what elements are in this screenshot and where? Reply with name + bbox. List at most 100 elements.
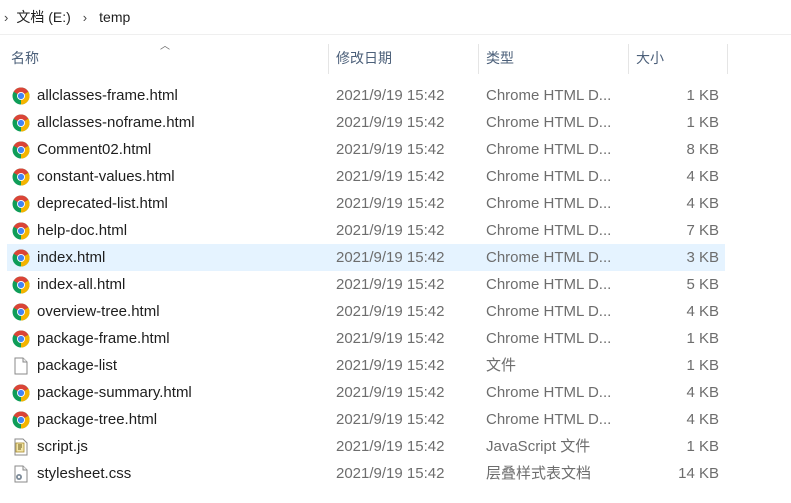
file-date: 2021/9/19 15:42 (336, 384, 445, 401)
file-type: Chrome HTML D... (486, 195, 612, 212)
column-header-size-label: 大小 (636, 50, 664, 66)
column-header-name-label: 名称 (11, 50, 39, 66)
file-size: 1 KB (686, 438, 719, 455)
file-type: Chrome HTML D... (486, 303, 612, 320)
chrome-icon (12, 303, 30, 321)
file-type: Chrome HTML D... (486, 87, 612, 104)
breadcrumb-item-drive[interactable]: 文档 (E:) (16, 7, 70, 27)
file-size: 8 KB (686, 141, 719, 158)
file-date: 2021/9/19 15:42 (336, 141, 445, 158)
breadcrumb-item-folder[interactable]: temp (99, 9, 130, 25)
file-size: 4 KB (686, 195, 719, 212)
file-name: allclasses-noframe.html (37, 114, 195, 131)
file-row[interactable]: allclasses-frame.html 2021/9/19 15:42 Chro… (7, 82, 725, 109)
file-date: 2021/9/19 15:42 (336, 438, 445, 455)
file-row[interactable]: script.js 2021/9/19 15:42 JavaScript 文件 1 K… (7, 433, 725, 460)
file-date: 2021/9/19 15:42 (336, 87, 445, 104)
file-date: 2021/9/19 15:42 (336, 357, 445, 374)
file-name: package-summary.html (37, 384, 192, 401)
file-size: 4 KB (686, 168, 719, 185)
divider (0, 34, 791, 35)
file-row[interactable]: index.html 2021/9/19 15:42 Chrome HTML D..… (7, 244, 725, 271)
chrome-icon (12, 168, 30, 186)
file-name: stylesheet.css (37, 465, 132, 482)
file-type: Chrome HTML D... (486, 141, 612, 158)
file-row[interactable]: package-list 2021/9/19 15:42 文件 1 KB (7, 352, 725, 379)
file-size: 1 KB (686, 330, 719, 347)
file-name: Comment02.html (37, 141, 152, 158)
chrome-icon (12, 87, 30, 105)
css-file-icon (12, 465, 30, 483)
file-size: 3 KB (686, 249, 719, 266)
file-size: 1 KB (686, 87, 719, 104)
file-type: Chrome HTML D... (486, 222, 612, 239)
chrome-icon (12, 411, 30, 429)
blank-file-icon (12, 357, 30, 375)
file-date: 2021/9/19 15:42 (336, 168, 445, 185)
column-divider[interactable] (328, 44, 329, 74)
file-name: package-list (37, 357, 118, 374)
file-date: 2021/9/19 15:42 (336, 465, 445, 482)
file-row[interactable]: package-summary.html 2021/9/19 15:42 Chrom… (7, 379, 725, 406)
file-name: overview-tree.html (37, 303, 160, 320)
file-type: Chrome HTML D... (486, 330, 612, 347)
file-date: 2021/9/19 15:42 (336, 222, 445, 239)
chevron-right-icon[interactable]: › (4, 10, 8, 25)
file-name: package-frame.html (37, 330, 170, 347)
file-row[interactable]: package-frame.html 2021/9/19 15:42 Chrome … (7, 325, 725, 352)
file-name: script.js (37, 438, 88, 455)
column-header-date[interactable]: 修改日期 (336, 45, 476, 71)
file-size: 1 KB (686, 357, 719, 374)
file-row[interactable]: help-doc.html 2021/9/19 15:42 Chrome HTML … (7, 217, 725, 244)
file-size: 1 KB (686, 114, 719, 131)
file-type: Chrome HTML D... (486, 168, 612, 185)
file-date: 2021/9/19 15:42 (336, 330, 445, 347)
file-row[interactable]: overview-tree.html 2021/9/19 15:42 Chrome … (7, 298, 725, 325)
file-name: deprecated-list.html (37, 195, 168, 212)
column-header-date-label: 修改日期 (336, 50, 392, 66)
file-row[interactable]: package-tree.html 2021/9/19 15:42 Chrome H… (7, 406, 725, 433)
file-row[interactable]: stylesheet.css 2021/9/19 15:42 层叠样式表文档 14 K… (7, 460, 725, 487)
column-divider[interactable] (727, 44, 728, 74)
file-date: 2021/9/19 15:42 (336, 114, 445, 131)
file-name: constant-values.html (37, 168, 175, 185)
file-list: allclasses-frame.html 2021/9/19 15:42 Chro… (0, 82, 791, 487)
file-date: 2021/9/19 15:42 (336, 411, 445, 428)
file-size: 7 KB (686, 222, 719, 239)
chrome-icon (12, 141, 30, 159)
file-type: Chrome HTML D... (486, 276, 612, 293)
file-row[interactable]: constant-values.html 2021/9/19 15:42 Chrom… (7, 163, 725, 190)
column-divider[interactable] (628, 44, 629, 74)
file-name: allclasses-frame.html (37, 87, 178, 104)
column-divider[interactable] (478, 44, 479, 74)
chrome-icon (12, 384, 30, 402)
file-name: index.html (37, 249, 106, 266)
file-type: Chrome HTML D... (486, 114, 612, 131)
file-size: 14 KB (678, 465, 719, 482)
file-name: help-doc.html (37, 222, 128, 239)
file-date: 2021/9/19 15:42 (336, 195, 445, 212)
chevron-right-icon[interactable]: › (83, 10, 87, 25)
script-file-icon (12, 438, 30, 456)
column-header-size[interactable]: 大小 (636, 45, 726, 71)
file-size: 4 KB (686, 411, 719, 428)
chrome-icon (12, 276, 30, 294)
file-size: 4 KB (686, 303, 719, 320)
file-size: 4 KB (686, 384, 719, 401)
column-header-type[interactable]: 类型 (486, 45, 626, 71)
column-header-name[interactable]: 名称 (11, 45, 327, 71)
breadcrumb: › 文档 (E:) › temp (0, 0, 791, 34)
chrome-icon (12, 249, 30, 267)
chrome-icon (12, 195, 30, 213)
file-row[interactable]: allclasses-noframe.html 2021/9/19 15:42 Ch… (7, 109, 725, 136)
chrome-icon (12, 114, 30, 132)
chrome-icon (12, 222, 30, 240)
file-type: JavaScript 文件 (486, 438, 591, 455)
file-row[interactable]: deprecated-list.html 2021/9/19 15:42 Chrom… (7, 190, 725, 217)
file-name: index-all.html (37, 276, 126, 293)
column-header-type-label: 类型 (486, 50, 514, 66)
file-type: 层叠样式表文档 (486, 465, 592, 482)
chrome-icon (12, 330, 30, 348)
file-row[interactable]: index-all.html 2021/9/19 15:42 Chrome HTML… (7, 271, 725, 298)
file-row[interactable]: Comment02.html 2021/9/19 15:42 Chrome HTML… (7, 136, 725, 163)
